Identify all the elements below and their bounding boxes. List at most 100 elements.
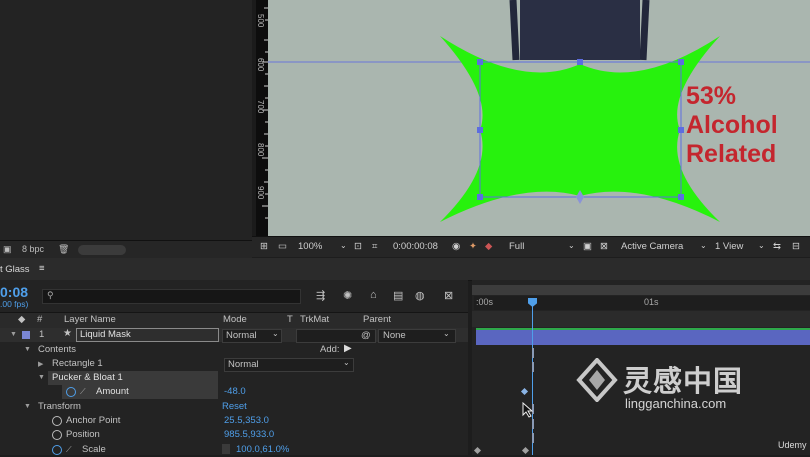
label-column-icon[interactable]: ◆ — [18, 314, 25, 325]
column-number[interactable]: # — [37, 314, 42, 325]
graph-icon[interactable]: ⟋ — [66, 445, 72, 455]
timecode[interactable]: 0:00:00:08 — [393, 241, 438, 252]
ruler-mark: 900 — [256, 186, 265, 200]
stopwatch-icon[interactable] — [52, 430, 62, 440]
current-time[interactable]: 0:08 — [0, 284, 28, 300]
expand-triangle-icon[interactable]: ▼ — [38, 374, 45, 381]
search-icon: ⚲ — [47, 290, 54, 300]
graph-editor-icon[interactable]: ⊠ — [444, 289, 453, 302]
constrain-proportions-icon[interactable] — [222, 444, 230, 454]
stopwatch-icon[interactable] — [66, 387, 76, 397]
stat-line-related: Related — [686, 140, 777, 168]
motion-blur-icon[interactable]: ◍ — [415, 289, 425, 302]
transparency-grid-icon[interactable]: ⊠ — [600, 241, 608, 252]
time-navigator[interactable] — [472, 285, 810, 295]
rectangle-mode-dropdown[interactable]: Normal ⌄ — [224, 358, 354, 372]
flowchart-icon[interactable]: ▣ — [3, 244, 12, 255]
scale-value[interactable]: 100.0,61.0% — [236, 444, 289, 455]
graph-icon[interactable]: ⟋ — [80, 387, 86, 397]
column-trkmat[interactable]: TrkMat — [300, 314, 329, 325]
camera-dropdown[interactable]: Active Camera — [621, 241, 683, 252]
shy-layers-icon[interactable]: ⌂ — [370, 289, 377, 301]
fps-label: .00 fps) — [0, 299, 29, 309]
bpc-label[interactable]: 8 bpc — [22, 244, 44, 254]
amount-value[interactable]: -48.0 — [224, 386, 246, 397]
frame-blending-icon[interactable]: ▤ — [393, 289, 403, 302]
expand-triangle-icon[interactable]: ▼ — [24, 346, 31, 353]
camera-snapshot-icon[interactable]: ◉ — [452, 241, 460, 252]
layer-row[interactable]: ▼ 1 ★ Liquid Mask Normal ⌄ @ None ⌄ — [0, 328, 468, 343]
stopwatch-icon[interactable] — [52, 416, 62, 426]
region-of-interest-icon[interactable]: ▣ — [583, 241, 592, 252]
comp-mini-flowchart-icon[interactable]: ⇶ — [316, 289, 325, 302]
scale-keyframe[interactable] — [521, 446, 530, 455]
column-mode[interactable]: Mode — [223, 314, 247, 325]
transform-label: Transform — [38, 401, 81, 412]
anchor-point-value[interactable]: 25.5,353.0 — [224, 415, 269, 426]
contents-label: Contents — [38, 344, 77, 355]
anchor-point-row[interactable]: Anchor Point 25.5,353.0 — [0, 414, 468, 428]
label-color-swatch[interactable] — [22, 331, 30, 339]
always-preview-icon[interactable]: ⊞ — [260, 241, 268, 252]
chevron-down-icon: ⌄ — [443, 329, 450, 338]
add-play-icon[interactable]: ▶ — [344, 343, 352, 354]
layer-duration-bar[interactable] — [476, 328, 810, 345]
tab-comp[interactable]: t Glass — [0, 264, 30, 275]
transform-reset[interactable]: Reset — [222, 401, 247, 412]
transform-row[interactable]: ▼ Transform Reset — [0, 400, 468, 414]
playhead-line[interactable] — [532, 298, 533, 455]
view-layout-dropdown[interactable]: 1 View — [715, 241, 743, 252]
color-channel-icon[interactable]: ◆ — [485, 241, 492, 252]
amount-row[interactable]: ⟋ Amount -48.0 — [0, 385, 468, 399]
search-input[interactable]: ⚲ — [42, 289, 301, 304]
parent-value: None — [383, 330, 406, 341]
pixel-aspect-icon[interactable]: ⇆ — [773, 241, 781, 252]
contents-row[interactable]: ▼ Contents Add: ▶ — [0, 343, 468, 357]
grid-icon[interactable]: ⊡ — [354, 241, 362, 252]
composition-canvas[interactable]: 53% Alcohol Related — [268, 0, 810, 236]
resolution-dropdown[interactable]: Full — [509, 241, 524, 252]
roi-icon[interactable]: ⌗ — [372, 241, 377, 252]
show-snapshot-icon[interactable]: ✦ — [469, 241, 477, 252]
monitor-icon[interactable]: ▭ — [278, 241, 287, 252]
scale-keyframe[interactable] — [473, 446, 482, 455]
udemy-logo: Udemy — [778, 440, 807, 450]
amount-keyframe[interactable] — [520, 387, 529, 396]
pucker-bloat-row[interactable]: ▼ Pucker & Bloat 1 — [0, 371, 468, 385]
work-area-bar[interactable] — [472, 311, 810, 327]
panel-menu-icon[interactable]: ≡ — [39, 263, 45, 274]
chevron-down-icon: ⌄ — [272, 329, 279, 338]
column-t[interactable]: T — [287, 314, 293, 325]
mode-dropdown[interactable]: Normal ⌄ — [222, 329, 282, 343]
stat-text: 53% Alcohol Related — [686, 82, 778, 169]
expand-triangle-icon[interactable]: ▼ — [10, 331, 17, 338]
anchor-point-label: Anchor Point — [66, 415, 121, 426]
trkmat-dropdown[interactable]: @ — [296, 329, 376, 343]
trash-icon[interactable]: 🗑 — [58, 244, 69, 255]
time-ruler[interactable]: :00s 01s — [474, 296, 810, 310]
chevron-down-icon[interactable]: ⌄ — [340, 241, 347, 250]
layer-name-field[interactable]: Liquid Mask — [76, 328, 219, 342]
keyframe-indicator — [532, 348, 534, 358]
keyframe-indicator — [532, 433, 534, 443]
rectangle-row[interactable]: ▶ Rectangle 1 Normal ⌄ — [0, 357, 468, 372]
chevron-down-icon[interactable]: ⌄ — [700, 241, 707, 250]
draft-3d-icon[interactable]: ✺ — [343, 289, 352, 302]
column-parent[interactable]: Parent — [363, 314, 391, 325]
position-row[interactable]: Position 985.5,933.0 — [0, 428, 468, 442]
project-scrollbar[interactable] — [78, 245, 126, 255]
position-value[interactable]: 985.5,933.0 — [224, 429, 274, 440]
pickwhip-icon[interactable]: @ — [361, 330, 371, 341]
parent-dropdown[interactable]: None ⌄ — [378, 329, 456, 343]
fast-preview-icon[interactable]: ⊟ — [792, 241, 800, 252]
stopwatch-icon[interactable] — [52, 445, 62, 455]
collapse-triangle-icon[interactable]: ▶ — [38, 360, 43, 368]
chevron-down-icon[interactable]: ⌄ — [758, 241, 765, 250]
chevron-down-icon[interactable]: ⌄ — [568, 241, 575, 250]
column-layer-name[interactable]: Layer Name — [64, 314, 116, 325]
expand-triangle-icon[interactable]: ▼ — [24, 403, 31, 410]
add-label: Add: — [320, 344, 340, 355]
zoom-dropdown[interactable]: 100% — [298, 241, 322, 252]
brand-logo-icon — [576, 358, 618, 402]
ruler-start-label: :00s — [476, 297, 494, 307]
